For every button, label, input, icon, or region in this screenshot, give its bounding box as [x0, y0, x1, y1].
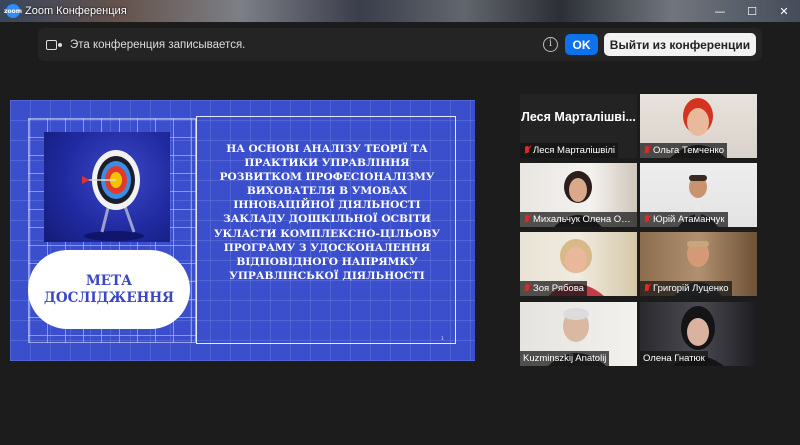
participant-name: Зоя Рябова [533, 283, 584, 294]
participant-tile[interactable]: Ольга Темченко [640, 94, 757, 158]
slide-page-number: 3 [441, 336, 444, 341]
participant-tile[interactable]: Григорій Луценко [640, 232, 757, 296]
recording-message: Эта конференция записывается. [70, 38, 246, 51]
info-icon[interactable]: i [543, 37, 558, 52]
participant-name: Ольга Темченко [653, 145, 725, 156]
zoom-logo-icon: zoom [4, 4, 22, 18]
muted-mic-icon [522, 214, 532, 225]
ok-button[interactable]: OK [565, 34, 598, 55]
participant-tile[interactable]: Юрій Атаманчук [640, 163, 757, 227]
recording-camera-icon [46, 39, 62, 51]
research-goal-title: МЕТА ДОСЛІДЖЕННЯ [43, 272, 175, 306]
muted-mic-icon [642, 145, 652, 156]
participant-tile[interactable]: Михальчук Олена Ол... [520, 163, 637, 227]
participant-name: Михальчук Олена Ол... [533, 214, 634, 225]
recording-notice-bar: Эта конференция записывается. i OK Выйти… [38, 28, 762, 61]
muted-mic-icon [642, 214, 652, 225]
maximize-button[interactable]: ☐ [736, 0, 768, 22]
shared-screen-slide: МЕТА ДОСЛІДЖЕННЯ НА ОСНОВІ АНАЛІЗУ ТЕОРІ… [10, 100, 475, 361]
participant-name: Леся Марталішвілі [533, 145, 616, 156]
participant-name: Kuzminszkij Anatolij [523, 353, 607, 364]
participant-name-bar: Григорій Луценко [640, 281, 732, 296]
close-button[interactable]: ✕ [768, 0, 800, 22]
minimize-button[interactable]: — [704, 0, 736, 22]
leave-meeting-button[interactable]: Выйти из конференции [604, 33, 756, 56]
participant-tile[interactable]: Зоя Рябова [520, 232, 637, 296]
window-title: Zoom Конференция [25, 5, 127, 17]
muted-mic-icon [642, 283, 652, 294]
participant-display-name: Леся Марталішві... [521, 110, 636, 124]
window-controls: — ☐ ✕ [704, 0, 800, 22]
zoom-window: zoom Zoom Конференция — ☐ ✕ Эта конферен… [0, 0, 800, 445]
participant-name-bar: Kuzminszkij Anatolij [520, 351, 610, 366]
participant-name-bar: Ольга Темченко [640, 143, 728, 158]
participant-name-bar: Михальчук Олена Ол... [520, 212, 637, 227]
participant-name: Григорій Луценко [653, 283, 729, 294]
slide-body-text: НА ОСНОВІ АНАЛІЗУ ТЕОРІЇ ТА ПРАКТИКИ УПР… [213, 143, 441, 282]
muted-mic-icon [522, 283, 532, 294]
participant-name-bar: Леся Марталішвілі [520, 143, 619, 158]
participant-name-bar: Олена Гнатюк [640, 351, 708, 366]
title-bar[interactable]: zoom Zoom Конференция — ☐ ✕ [0, 0, 800, 22]
participant-name-bar: Зоя Рябова [520, 281, 587, 296]
research-goal-pill: МЕТА ДОСЛІДЖЕННЯ [28, 250, 190, 329]
participant-name: Юрій Атаманчук [653, 214, 725, 225]
target-arrow-image [44, 132, 170, 242]
participant-tile-active-speaker[interactable]: Олена Гнатюк [640, 302, 757, 366]
participant-name-bar: Юрій Атаманчук [640, 212, 728, 227]
participant-name: Олена Гнатюк [643, 353, 705, 364]
muted-mic-icon [522, 145, 532, 156]
participant-tile[interactable]: Kuzminszkij Anatolij [520, 302, 637, 366]
participant-tile[interactable]: Леся Марталішві... Леся Марталішвілі [520, 94, 637, 158]
